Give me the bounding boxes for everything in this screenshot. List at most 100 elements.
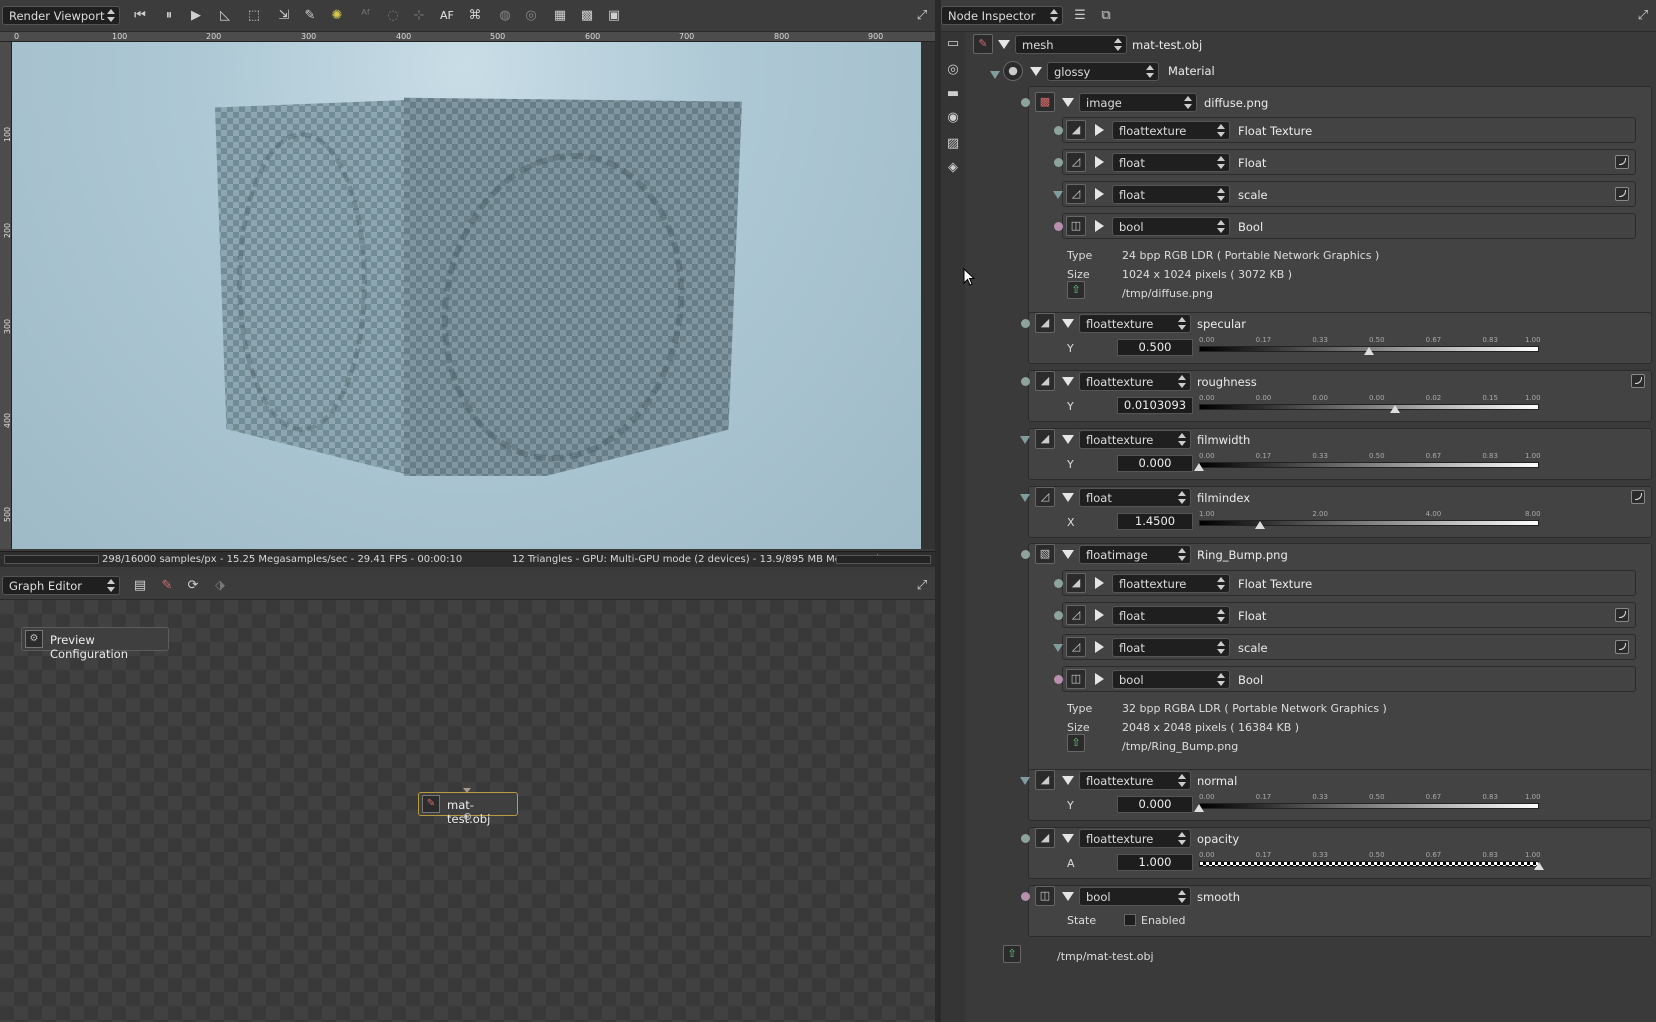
refresh-icon[interactable]: ⟳ <box>185 578 201 594</box>
normal-slider[interactable]: 0.00 0.17 0.33 0.50 0.67 0.83 1.00 <box>1194 793 1541 814</box>
material-icon[interactable]: ✎ <box>159 578 175 594</box>
material-type-dropdown[interactable]: glossy <box>1047 62 1159 81</box>
graph-canvas[interactable]: ⚙ Preview Configuration ✎ mat-test.obj <box>0 600 935 1022</box>
slider-track[interactable] <box>1199 803 1539 809</box>
play-icon[interactable]: ▶ <box>188 8 204 24</box>
expand-toggle[interactable] <box>1062 435 1074 444</box>
expand-toggle[interactable] <box>1095 673 1104 685</box>
slider-thumb[interactable] <box>1194 463 1204 471</box>
white-balance-icon[interactable]: ◌ <box>385 8 401 24</box>
slider-track[interactable] <box>1199 462 1539 468</box>
camera-icon[interactable]: ◎ <box>945 62 961 78</box>
expand-toggle[interactable] <box>1062 319 1074 328</box>
inspector-dropdown[interactable]: Node Inspector <box>941 6 1063 25</box>
opacity-slider[interactable]: 0.00 0.17 0.33 0.50 0.67 0.83 1.00 <box>1199 851 1544 872</box>
root-type-dropdown[interactable]: mesh <box>1015 35 1127 54</box>
expand-toggle[interactable] <box>1030 67 1042 76</box>
child-type-dropdown[interactable]: bool <box>1112 217 1230 236</box>
input-pin[interactable] <box>463 788 471 793</box>
curve-icon[interactable] <box>1615 608 1629 622</box>
roughness-type-dropdown[interactable]: floattexture <box>1079 372 1191 391</box>
pause-icon[interactable]: ⏸ <box>161 8 177 24</box>
grid-icon[interactable]: ▦ <box>552 8 568 24</box>
clay-mode-icon[interactable]: ⌘ <box>467 8 483 24</box>
filmindex-type-dropdown[interactable]: float <box>1079 488 1191 507</box>
curve-icon[interactable] <box>1615 187 1629 201</box>
layout-icon[interactable]: ⬗ <box>212 578 228 594</box>
child-type-dropdown[interactable]: bool <box>1112 670 1230 689</box>
bump-type-dropdown[interactable]: floatimage <box>1079 545 1191 564</box>
normal-value-field[interactable]: 0.000 <box>1117 796 1193 813</box>
opacity-value-field[interactable]: 1.000 <box>1117 854 1193 871</box>
pick-icon[interactable]: ⇲ <box>276 8 292 24</box>
maximize-icon[interactable]: ⤢ <box>1635 8 1651 24</box>
child-type-dropdown[interactable]: floattexture <box>1112 121 1230 140</box>
curve-icon[interactable] <box>1631 374 1645 388</box>
expand-toggle[interactable] <box>998 40 1010 49</box>
output-pin[interactable] <box>464 813 471 820</box>
expand-toggle[interactable] <box>1062 550 1074 559</box>
curve-icon[interactable] <box>1615 155 1629 169</box>
expand-toggle[interactable] <box>1062 493 1074 502</box>
collapse-icon[interactable]: ☰ <box>1072 8 1088 24</box>
expand-toggle[interactable] <box>1062 892 1074 901</box>
expand-toggle[interactable] <box>1095 220 1104 232</box>
maximize-icon[interactable]: ⤢ <box>914 578 930 594</box>
environment-icon[interactable]: ◉ <box>945 110 961 126</box>
render-target-icon[interactable]: ▭ <box>945 36 961 52</box>
viewport-type-dropdown[interactable]: Render Viewport <box>2 6 120 25</box>
child-type-dropdown[interactable]: float <box>1112 153 1230 172</box>
af-button[interactable]: AF <box>440 9 454 22</box>
normal-type-dropdown[interactable]: floattexture <box>1079 771 1191 790</box>
slider-thumb[interactable] <box>1534 862 1544 870</box>
roughness-value-field[interactable]: 0.0103093 <box>1117 397 1193 414</box>
filmwidth-type-dropdown[interactable]: floattexture <box>1079 430 1191 449</box>
specular-slider[interactable]: 0.00 0.17 0.33 0.50 0.67 0.83 1.00 <box>1199 336 1541 357</box>
preview-configuration-node[interactable]: ⚙ Preview Configuration <box>21 627 169 661</box>
region-icon[interactable]: ⬚ <box>246 8 262 24</box>
fit-icon[interactable]: ▣ <box>606 8 622 24</box>
expand-toggle[interactable] <box>1062 377 1074 386</box>
slider-thumb[interactable] <box>1390 405 1401 413</box>
pin-icon[interactable]: ⧉ <box>1098 8 1114 24</box>
filmwidth-slider[interactable]: 0.00 0.17 0.33 0.50 0.67 0.83 1.00 <box>1194 452 1541 473</box>
smooth-type-dropdown[interactable]: bool <box>1079 887 1191 906</box>
child-type-dropdown[interactable]: floattexture <box>1112 574 1230 593</box>
curve-icon[interactable] <box>1615 640 1629 654</box>
viewport-scrollbar[interactable] <box>921 42 935 549</box>
light-icon[interactable]: ✺ <box>329 8 345 24</box>
expand-toggle[interactable] <box>1062 776 1074 785</box>
mesh-node[interactable]: ✎ mat-test.obj <box>418 788 518 826</box>
file-icon[interactable]: ⇧ <box>1067 734 1085 752</box>
diffuse-type-dropdown[interactable]: image <box>1079 93 1197 112</box>
slider-thumb[interactable] <box>1364 347 1374 355</box>
specular-type-dropdown[interactable]: floattexture <box>1079 314 1191 333</box>
lock-icon[interactable]: ◎ <box>523 8 539 24</box>
expand-toggle[interactable] <box>1062 834 1074 843</box>
filmindex-value-field[interactable]: 1.4500 <box>1117 513 1193 530</box>
child-type-dropdown[interactable]: float <box>1112 638 1230 657</box>
render-canvas[interactable] <box>12 42 921 549</box>
save-icon[interactable]: ▤ <box>132 578 148 594</box>
slider-thumb[interactable] <box>1254 521 1265 529</box>
file-icon[interactable]: ⇧ <box>1067 281 1085 299</box>
expand-toggle[interactable] <box>1095 124 1104 136</box>
maximize-icon[interactable]: ⤢ <box>914 8 930 24</box>
expand-toggle[interactable] <box>1095 577 1104 589</box>
slider-track[interactable] <box>1199 520 1539 526</box>
opacity-type-dropdown[interactable]: floattexture <box>1079 829 1191 848</box>
expand-toggle[interactable] <box>1095 609 1104 621</box>
file-icon[interactable]: ⇧ <box>1003 945 1021 963</box>
expand-toggle[interactable] <box>1095 641 1104 653</box>
curve-icon[interactable] <box>1631 490 1645 504</box>
skip-back-icon[interactable]: ⏮ <box>132 8 148 24</box>
slider-track[interactable] <box>1199 861 1539 867</box>
ruler-icon[interactable]: ◺ <box>217 8 233 24</box>
kernel-icon[interactable]: ◈ <box>945 160 961 176</box>
specular-value-field[interactable]: 0.500 <box>1117 339 1193 356</box>
graph-editor-dropdown[interactable]: Graph Editor <box>2 576 120 595</box>
roughness-slider[interactable]: 0.00 0.00 0.00 0.00 0.02 0.15 1.00 <box>1199 394 1541 415</box>
filmindex-slider[interactable]: 1.00 2.00 4.00 8.00 <box>1199 510 1541 531</box>
expand-toggle[interactable] <box>1095 156 1104 168</box>
expand-toggle[interactable] <box>1062 98 1074 107</box>
